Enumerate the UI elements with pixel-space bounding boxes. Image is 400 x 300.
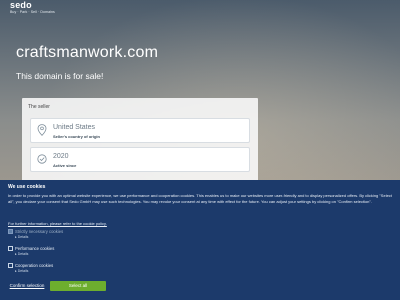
seller-country-label: Seller's country of origin [53,134,100,139]
location-pin-icon [37,124,47,136]
necessary-details-link[interactable]: ▸ Details [15,235,28,239]
seller-panel: The seller United States Seller's countr… [22,98,258,188]
sedo-logo[interactable]: sedo Buy · Park · Sell · Domains [10,0,55,15]
logo-wordmark: sedo [10,0,32,10]
seller-active-year: 2020 [53,153,69,160]
cookie-title: We use cookies [8,184,46,190]
performance-details-link[interactable]: ▸ Details [15,252,28,256]
cookie-description: In order to provide you with an optimal … [8,193,392,204]
confirm-selection-button[interactable]: Confirm selection [6,281,48,290]
for-sale-subtitle: This domain is for sale! [16,71,104,81]
cooperation-details-link[interactable]: ▸ Details [15,269,28,273]
cookie-policy-link[interactable]: For further information, please refer to… [8,221,107,226]
select-all-button[interactable]: Select all [50,281,106,291]
seller-active-label: Active since [53,163,77,168]
seller-country-card: United States Seller's country of origin [30,118,250,143]
seller-active-card: 2020 Active since [30,147,250,172]
logo-tagline: Buy · Park · Sell · Domains [10,10,55,14]
cooperation-checkbox[interactable] [8,263,13,268]
cooperation-label[interactable]: Cooperation cookies [15,263,53,268]
performance-checkbox[interactable] [8,246,13,251]
domain-name-title: craftsmanwork.com [16,44,159,61]
cookie-consent-banner: We use cookies In order to provide you w… [0,180,400,300]
necessary-label: Strictly necessary cookies [15,229,64,234]
top-bar: sedo Buy · Park · Sell · Domains [0,0,400,16]
necessary-checkbox [8,229,13,234]
seller-heading: The seller [28,104,50,110]
seller-country-value: United States [53,124,96,131]
performance-label[interactable]: Performance cookies [15,246,54,251]
checkmark-badge-icon [37,154,47,164]
